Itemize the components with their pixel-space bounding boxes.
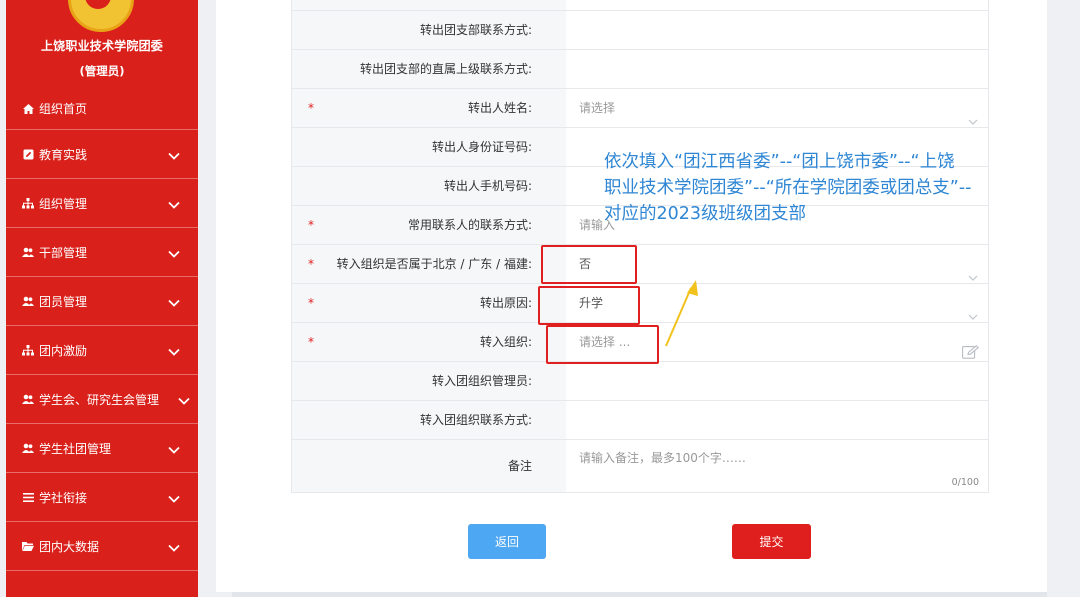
chevron-down-icon [168, 492, 180, 506]
memo-textarea[interactable]: 请输入备注，最多100个字…… 0/100 [566, 440, 988, 492]
sidebar: 上饶职业技术学院团委 (管理员) 组织首页 教育实践 组织管理 干部管理 团员管… [6, 0, 198, 597]
field-label: * 转出人姓名: [292, 89, 566, 127]
highlight-box-region [541, 245, 637, 284]
transfer-form: 转出团支部联系方式: 转出团支部的直属上级联系方式: * 转出人姓名: 请选择 转… [291, 0, 989, 493]
form-row-region: * 转入组织是否属于北京 / 广东 / 福建: 否 [292, 244, 988, 283]
users-icon [22, 246, 34, 258]
sidebar-item-transition[interactable]: 学社衔接 [6, 473, 198, 522]
sidebar-item-big-data[interactable]: 团内大数据 [6, 522, 198, 571]
sidebar-item-label: 干部管理 [39, 245, 88, 260]
field-label: 转出团支部联系方式: [292, 11, 566, 49]
field-label: * 转出原因: [292, 284, 566, 322]
form-row-out-superior-contact: 转出团支部的直属上级联系方式: [292, 49, 988, 88]
required-mark: * [308, 218, 314, 232]
field-label: 转出人手机号码: [292, 167, 566, 205]
list-icon [22, 491, 34, 503]
sidebar-item-student-union[interactable]: 学生会、研究生会管理 [6, 375, 198, 424]
field-label: * 转入组织是否属于北京 / 广东 / 福建: [292, 245, 566, 283]
required-mark: * [308, 101, 314, 115]
form-row-out-person-name: * 转出人姓名: 请选择 [292, 88, 988, 127]
field-label: 备注 [292, 440, 566, 492]
chevron-down-icon [168, 296, 180, 310]
chevron-down-icon [168, 345, 180, 359]
form-row-memo: 备注 请输入备注，最多100个字…… 0/100 [292, 439, 988, 492]
sidebar-item-label: 团内激励 [39, 343, 88, 358]
highlight-box-reason [538, 286, 640, 325]
org-name: 上饶职业技术学院团委 [40, 39, 163, 53]
required-mark: * [308, 257, 314, 271]
target-contact-field[interactable] [566, 401, 988, 439]
instruction-annotation: 依次填入“团江西省委”--“团上饶市委”--“上饶 职业技术学院团委”--“所在… [604, 152, 972, 224]
sidebar-item-cadre[interactable]: 干部管理 [6, 228, 198, 277]
panel-bottom-border [232, 592, 1047, 597]
chevron-down-icon [168, 443, 180, 457]
out-superior-contact-field[interactable] [566, 50, 988, 88]
sidebar-item-label: 教育实践 [39, 147, 88, 162]
chevron-down-icon [168, 198, 180, 212]
users-icon [22, 442, 34, 454]
field-label: 转出团支部的直属上级联系方式: [292, 50, 566, 88]
org-chart-icon [22, 344, 34, 356]
out-person-name-select[interactable]: 请选择 [566, 89, 988, 127]
sidebar-item-label: 学生社团管理 [39, 441, 112, 456]
arrow-pointer-icon [665, 280, 698, 347]
org-chart-icon [22, 197, 34, 209]
sidebar-item-label: 团员管理 [39, 294, 88, 309]
form-row-out-branch-contact: 转出团支部联系方式: [292, 10, 988, 49]
users-icon [22, 295, 34, 307]
sidebar-item-clubs[interactable]: 学生社团管理 [6, 424, 198, 473]
user-role: (管理员) [79, 64, 125, 78]
field-label: * 转入组织: [292, 323, 566, 361]
chevron-down-icon [168, 541, 180, 555]
form-row-target-contact: 转入团组织联系方式: [292, 400, 988, 439]
sidebar-item-label: 团内大数据 [39, 539, 100, 554]
field-label: * 常用联系人的联系方式: [292, 206, 566, 244]
sidebar-item-home[interactable]: 组织首页 [6, 88, 198, 130]
league-emblem-logo [68, 0, 134, 32]
required-mark: * [308, 296, 314, 310]
users-icon [22, 393, 34, 405]
home-icon [22, 103, 34, 115]
sidebar-item-incentive[interactable]: 团内激励 [6, 326, 198, 375]
sidebar-item-education[interactable]: 教育实践 [6, 130, 198, 179]
field-label: 转入团组织联系方式: [292, 401, 566, 439]
required-mark: * [308, 335, 314, 349]
sidebar-item-label: 学生会、研究生会管理 [39, 392, 160, 407]
back-button[interactable]: 返回 [468, 524, 546, 559]
field-label: 转入团组织管理员: [292, 362, 566, 400]
sidebar-item-label: 组织管理 [39, 196, 88, 211]
sidebar-item-members[interactable]: 团员管理 [6, 277, 198, 326]
chevron-down-icon [168, 149, 180, 163]
target-admin-field[interactable] [566, 362, 988, 400]
sidebar-menu: 组织首页 教育实践 组织管理 干部管理 团员管理 团内激励 学生会、研究生会管理… [6, 88, 198, 571]
form-row-transfer-reason: * 转出原因: 升学 [292, 283, 988, 322]
field-label: 转出人身份证号码: [292, 128, 566, 166]
sidebar-item-label: 学社衔接 [39, 490, 88, 505]
folder-icon [22, 540, 34, 552]
form-row-target-admin: 转入团组织管理员: [292, 361, 988, 400]
chevron-down-icon [168, 247, 180, 261]
form-top-row [292, 0, 988, 10]
sidebar-item-label: 组织首页 [39, 102, 88, 116]
submit-button[interactable]: 提交 [732, 524, 811, 559]
edit-icon [22, 148, 34, 160]
chevron-down-icon [178, 394, 190, 408]
sidebar-item-organization[interactable]: 组织管理 [6, 179, 198, 228]
highlight-box-target-org [546, 325, 659, 364]
out-branch-contact-field[interactable] [566, 11, 988, 49]
char-counter: 0/100 [951, 477, 979, 488]
